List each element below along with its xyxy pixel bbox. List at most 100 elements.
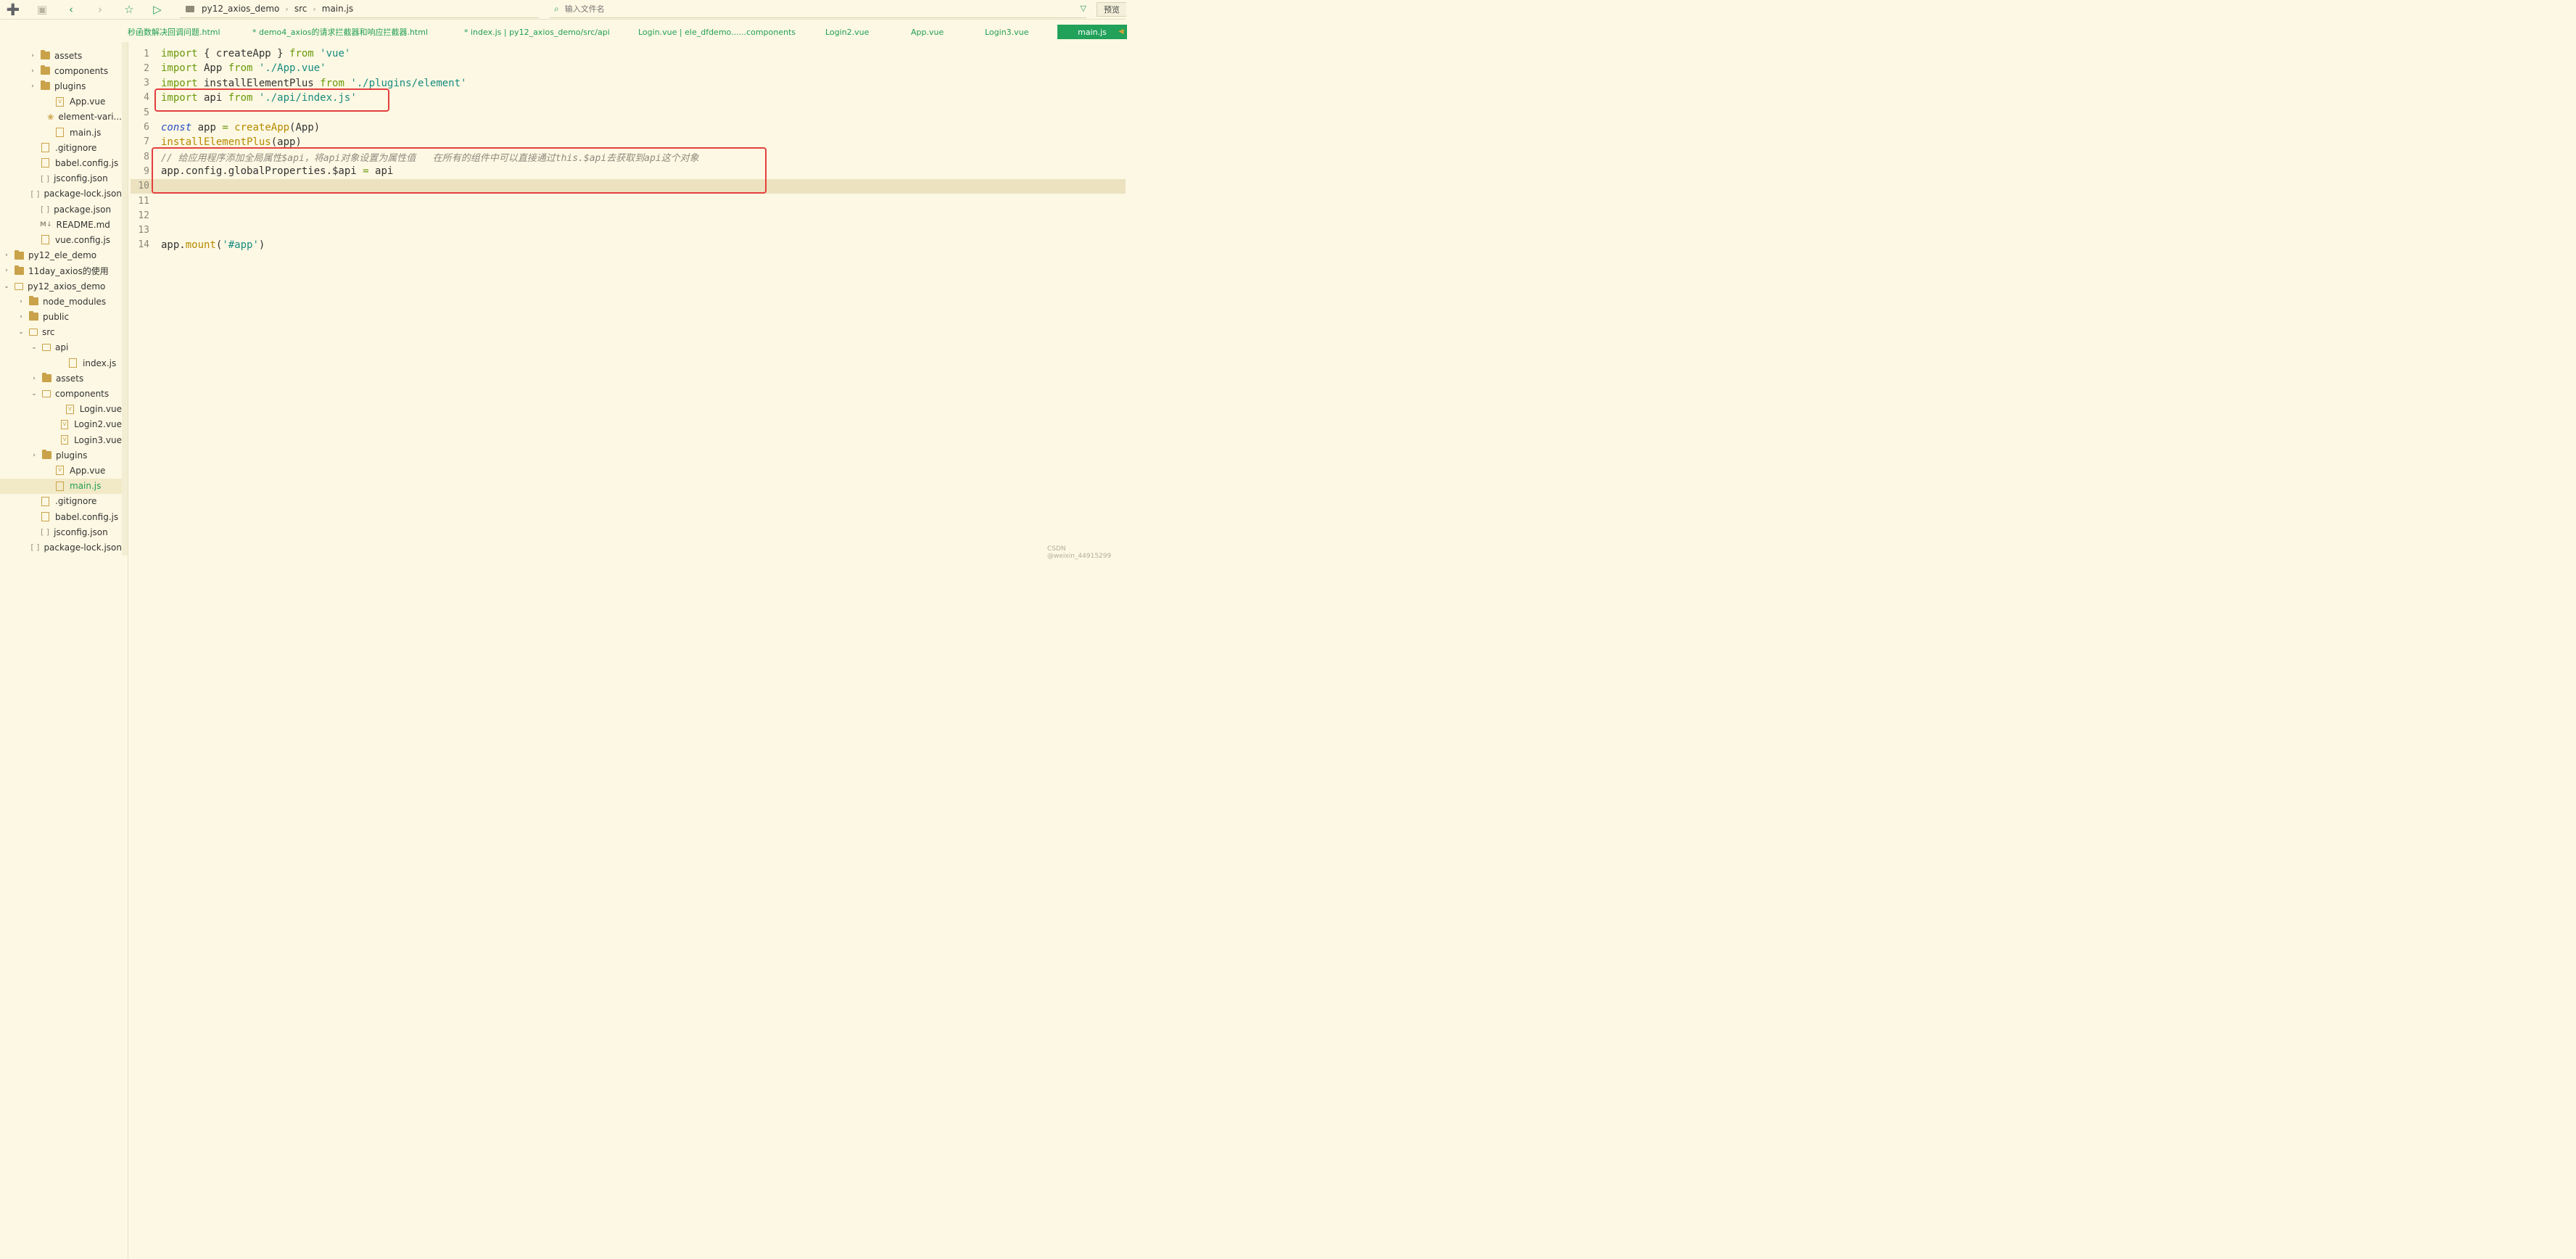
tree-item[interactable]: babel.config.js	[0, 155, 122, 170]
code-line[interactable]: 12	[131, 208, 1126, 223]
tree-item[interactable]: vue.config.js	[0, 232, 122, 247]
tree-item[interactable]: [ ] package.json	[0, 202, 122, 217]
tab-callback-html[interactable]: 秒函数解决回调问题.html	[128, 25, 236, 39]
tab-app-vue[interactable]: App.vue	[911, 25, 944, 39]
code-line[interactable]: 9 app.config.globalProperties.$api = api	[131, 164, 1126, 178]
breadcrumb-project[interactable]: py12_axios_demo	[202, 4, 279, 14]
code-line[interactable]: 1 import { createApp } from 'vue'	[131, 46, 1126, 61]
tab-login-vue[interactable]: Login.vue | ele_dfdemo......components	[638, 25, 796, 39]
tree-item[interactable]: › plugins	[0, 447, 122, 463]
tree-item[interactable]: [ ] jsconfig.json	[0, 524, 122, 540]
tree-item[interactable]: › 11day_axios的使用	[0, 263, 122, 278]
tree-item[interactable]: V App.vue	[0, 94, 122, 110]
save-icon[interactable]: ▣	[36, 3, 49, 16]
breadcrumb-file[interactable]: main.js	[322, 4, 353, 14]
star-icon[interactable]: ☆	[123, 3, 136, 16]
back-icon[interactable]: ‹	[65, 3, 78, 16]
sidebar-scrollbar[interactable]	[122, 42, 128, 556]
code-line[interactable]: 5	[131, 105, 1126, 120]
tree-item[interactable]: main.js	[0, 125, 122, 140]
tree-item-label: Login.vue	[79, 404, 122, 415]
chevron-right-icon[interactable]: ›	[29, 67, 36, 75]
code-editor[interactable]: 14 app.mount('#app') 13 12 11 10 9 app.config.g…	[131, 42, 1126, 1259]
code-token: =	[363, 165, 369, 178]
chevron-down-icon[interactable]: ⌄	[30, 344, 38, 351]
chevron-right-icon[interactable]: ›	[30, 375, 38, 382]
code-token: '#app'	[222, 239, 259, 251]
chevron-right-icon[interactable]: ›	[29, 52, 36, 59]
tree-item[interactable]: ⌄ py12_axios_demo	[0, 278, 122, 294]
chevron-down-icon[interactable]: ⌄	[30, 390, 38, 397]
tree-item[interactable]: V App.vue	[0, 463, 122, 478]
style-file-icon: ❀	[47, 112, 54, 122]
tree-item[interactable]: .gitignore	[0, 494, 122, 509]
tree-item[interactable]: ⌄ components	[0, 386, 122, 401]
tree-item-label: assets	[56, 373, 84, 384]
tree-item[interactable]: main.js	[0, 478, 122, 494]
tree-item-label: index.js	[83, 358, 117, 368]
tree-item[interactable]: babel.config.js	[0, 509, 122, 524]
tree-item[interactable]: › py12_ele_demo	[0, 248, 122, 263]
chevron-right-icon[interactable]: ›	[17, 313, 25, 321]
tree-item[interactable]: › assets	[0, 48, 122, 63]
tree-item[interactable]: ⌄ api	[0, 340, 122, 355]
search-input[interactable]	[563, 3, 1060, 15]
tree-item[interactable]: ❀ element-vari...	[0, 110, 122, 125]
tree-item[interactable]: M↓ README.md	[0, 217, 122, 232]
tree-item[interactable]: › assets	[0, 371, 122, 386]
tree-item[interactable]: .gitignore	[0, 140, 122, 155]
run-icon[interactable]: ▷	[151, 3, 164, 16]
tab-demo4-html[interactable]: * demo4_axios的请求拦截器和响应拦截器.html	[252, 25, 428, 39]
chevron-right-icon[interactable]: ›	[30, 452, 38, 459]
filter-icon[interactable]: ▽	[1081, 4, 1086, 13]
tree-item[interactable]: [ ] package-lock.json	[0, 540, 122, 555]
tree-item[interactable]: [ ] jsconfig.json	[0, 171, 122, 186]
code-line[interactable]: 10	[131, 178, 1126, 194]
code-line[interactable]: 3 import installElementPlus from './plugi…	[131, 76, 1126, 91]
tab-main-js[interactable]: main.js	[1057, 25, 1127, 39]
code-line[interactable]: 7 installElementPlus(app)	[131, 135, 1126, 149]
tab-login2-vue[interactable]: Login2.vue	[825, 25, 869, 39]
chevron-right-icon[interactable]: ›	[29, 83, 36, 90]
folder-icon	[29, 329, 38, 337]
chevron-down-icon[interactable]: ⌄	[17, 329, 25, 336]
code-line[interactable]: 11	[131, 194, 1126, 208]
code-line[interactable]: 4 import api from './api/index.js'	[131, 91, 1126, 105]
preview-button[interactable]: 预览	[1097, 2, 1126, 17]
vue-file-icon: V	[66, 404, 74, 414]
tree-item-label: .gitignore	[55, 142, 97, 153]
new-file-icon[interactable]: ➕	[7, 3, 20, 16]
code-text: import App from './App.vue'	[161, 62, 326, 74]
tree-item[interactable]: › node_modules	[0, 294, 122, 309]
line-number: 1	[144, 48, 149, 59]
tree-item[interactable]: V Login.vue	[0, 402, 122, 417]
code-line[interactable]: 2 import App from './App.vue'	[131, 61, 1126, 75]
chevron-down-icon[interactable]: ⌄	[3, 283, 10, 290]
tree-item[interactable]: [ ] package-lock.json	[0, 186, 122, 202]
chevron-right-icon[interactable]: ›	[3, 267, 10, 274]
chevron-right-icon[interactable]: ›	[17, 298, 25, 305]
tree-item[interactable]: ⌄ src	[0, 325, 122, 340]
code-token: from	[289, 48, 314, 59]
tree-item-label: Login3.vue	[74, 434, 122, 445]
tree-item[interactable]: V Login2.vue	[0, 417, 122, 432]
tab-overflow-icon[interactable]: ◀	[1118, 28, 1124, 36]
tab-index-js[interactable]: * index.js | py12_axios_demo/src/api	[464, 25, 610, 39]
tree-item[interactable]: V Login3.vue	[0, 432, 122, 447]
code-token: './App.vue'	[258, 62, 326, 75]
tab-login3-vue[interactable]: Login3.vue	[985, 25, 1028, 39]
tree-item[interactable]: › plugins	[0, 78, 122, 94]
code-line[interactable]: 13	[131, 223, 1126, 238]
code-line[interactable]: 14 app.mount('#app')	[131, 238, 1126, 252]
forward-icon[interactable]: ›	[94, 3, 107, 16]
code-line[interactable]: 8 // 给应用程序添加全局属性$api，将api对象设置为属性值 在所有的组件中…	[131, 149, 1126, 164]
chevron-right-icon[interactable]: ›	[3, 252, 10, 259]
file-icon	[41, 496, 49, 506]
code-line[interactable]: 6 const app = createApp(App)	[131, 120, 1126, 135]
tree-item[interactable]: index.js	[0, 355, 122, 371]
file-icon	[41, 158, 49, 168]
tree-item[interactable]: › public	[0, 309, 122, 324]
tree-item[interactable]: › components	[0, 63, 122, 78]
breadcrumb-folder[interactable]: src	[294, 4, 307, 14]
